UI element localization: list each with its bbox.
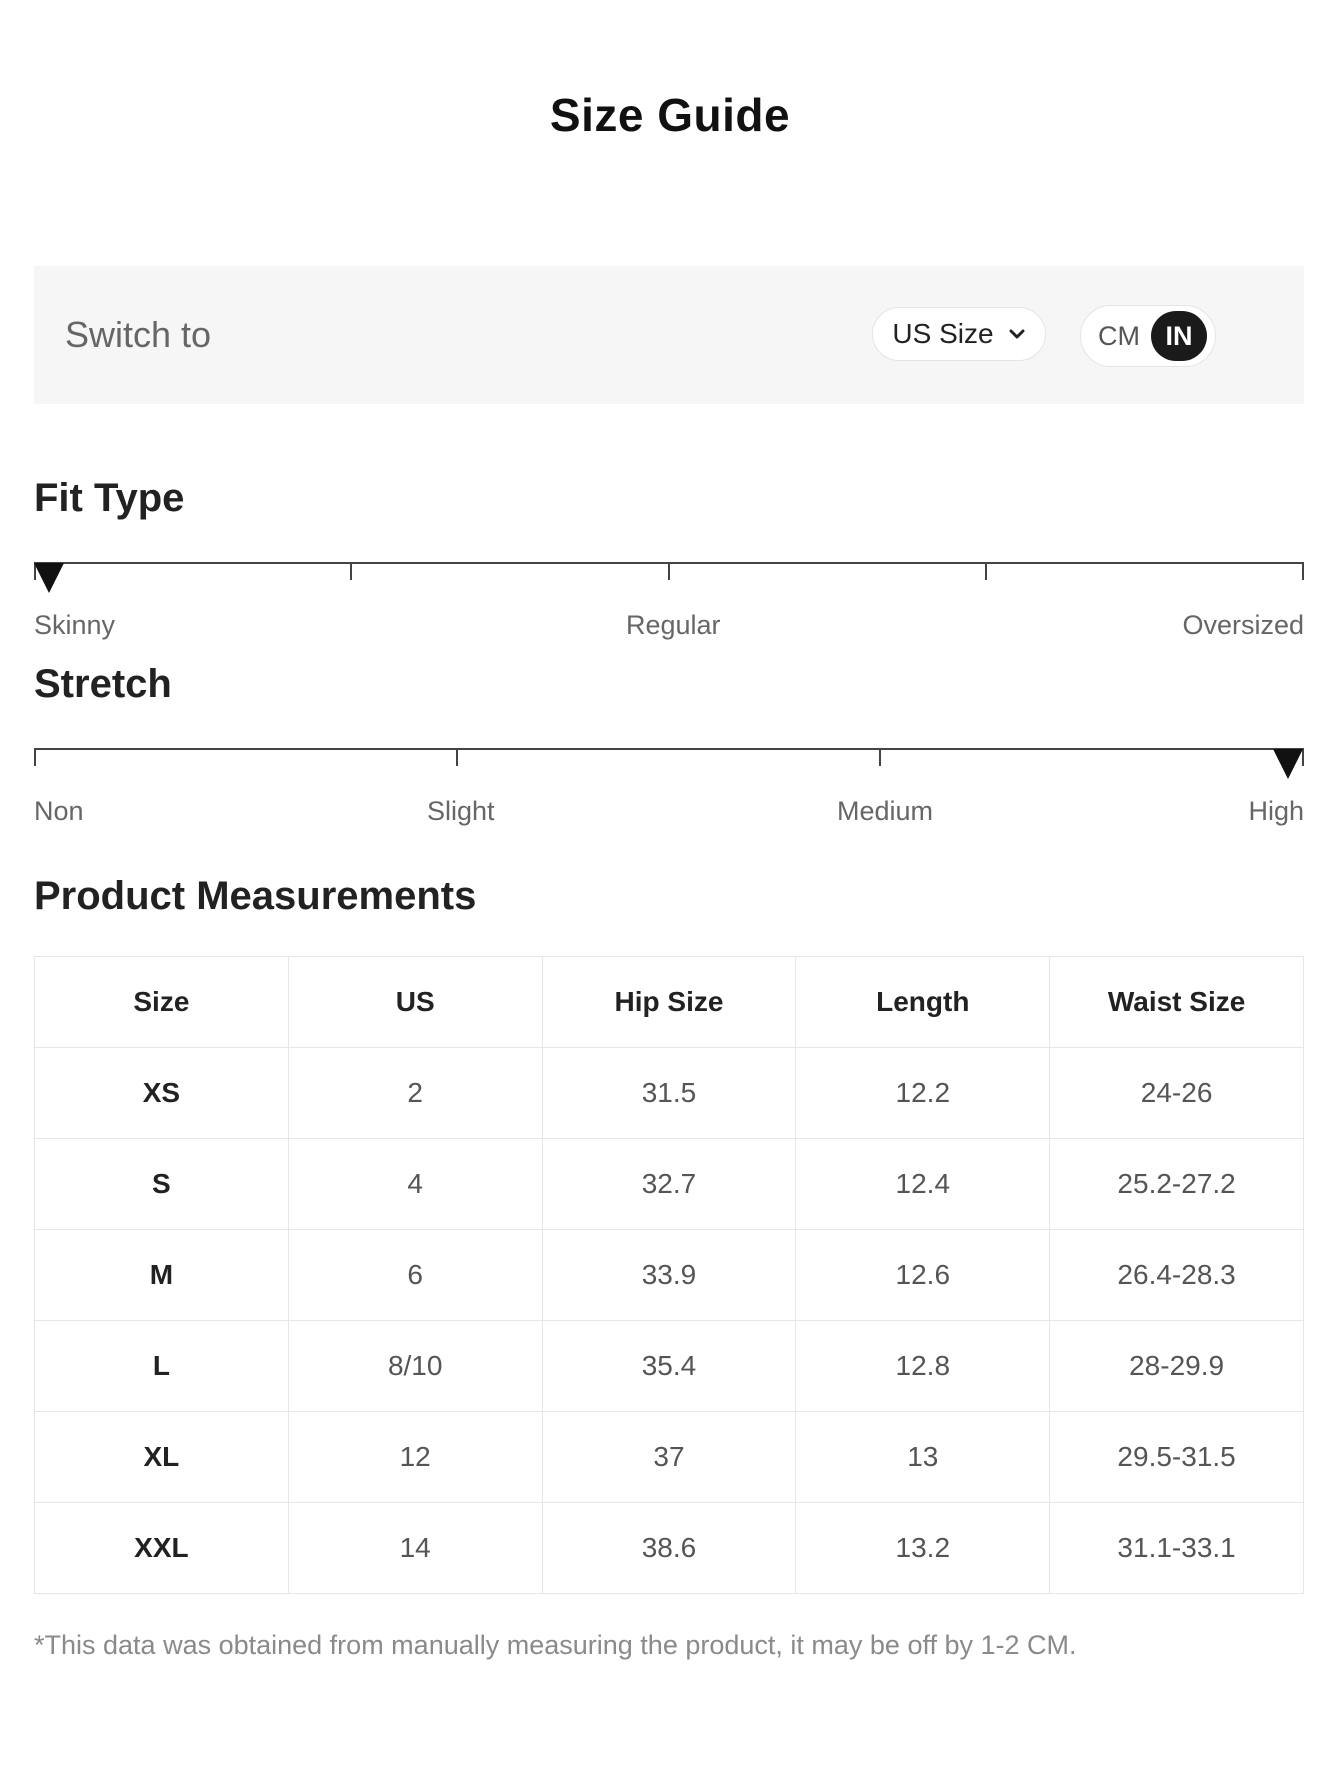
waist-size-cell: 31.1-33.1 — [1049, 1502, 1304, 1594]
length-cell: 13.2 — [795, 1502, 1051, 1594]
table-row: S 4 32.7 12.4 25.2-27.2 — [34, 1138, 1304, 1230]
table-row: L 8/10 35.4 12.8 28-29.9 — [34, 1320, 1304, 1412]
column-header: US — [287, 956, 543, 1048]
stretch-label-non: Non — [34, 796, 84, 826]
hip-size-cell: 31.5 — [541, 1047, 797, 1139]
stretch-label-medium: Medium — [837, 796, 934, 826]
scale-tick — [350, 562, 352, 580]
us-cell: 14 — [287, 1502, 543, 1594]
hip-size-cell: 38.6 — [541, 1502, 797, 1594]
size-cell: XS — [34, 1047, 289, 1139]
switch-label: Switch to — [65, 314, 212, 355]
us-cell: 12 — [287, 1411, 543, 1503]
product-measurements-heading: Product Measurements — [34, 874, 477, 918]
waist-size-cell: 28-29.9 — [1049, 1320, 1304, 1412]
measurements-table: Size US Hip Size Length Waist Size XS 2 … — [34, 956, 1304, 1594]
triangle-down-icon — [34, 563, 64, 593]
column-header: Size — [34, 956, 289, 1048]
waist-size-cell: 24-26 — [1049, 1047, 1304, 1139]
switch-bar: Switch to US Size CM IN — [34, 266, 1304, 404]
unit-cm-option[interactable]: CM — [1095, 312, 1143, 360]
triangle-down-icon — [1273, 749, 1303, 779]
stretch-label-slight: Slight — [427, 796, 495, 826]
scale-tick — [879, 748, 881, 766]
table-row: XS 2 31.5 12.2 24-26 — [34, 1047, 1304, 1139]
size-cell: XL — [34, 1411, 289, 1503]
column-header: Length — [795, 956, 1051, 1048]
hip-size-cell: 32.7 — [541, 1138, 797, 1230]
fit-type-scale — [34, 562, 1304, 593]
fit-label-regular: Regular — [626, 610, 721, 640]
waist-size-cell: 29.5-31.5 — [1049, 1411, 1304, 1503]
scale-tick — [34, 748, 36, 766]
table-row: XXL 14 38.6 13.2 31.1-33.1 — [34, 1502, 1304, 1594]
fit-type-heading: Fit Type — [34, 476, 185, 520]
scale-track — [34, 748, 1304, 750]
hip-size-cell: 37 — [541, 1411, 797, 1503]
table-row: XL 12 37 13 29.5-31.5 — [34, 1411, 1304, 1503]
hip-size-cell: 35.4 — [541, 1320, 797, 1412]
size-cell: S — [34, 1138, 289, 1230]
waist-size-cell: 25.2-27.2 — [1049, 1138, 1304, 1230]
length-cell: 12.2 — [795, 1047, 1051, 1139]
stretch-scale — [34, 748, 1304, 779]
unit-in-option[interactable]: IN — [1151, 311, 1207, 361]
size-guide-page: Size Guide Switch to US Size CM IN Fit T… — [0, 0, 1340, 1785]
hip-size-cell: 33.9 — [541, 1229, 797, 1321]
us-cell: 2 — [287, 1047, 543, 1139]
column-header: Hip Size — [541, 956, 797, 1048]
page-title: Size Guide — [549, 89, 791, 141]
table-row: M 6 33.9 12.6 26.4-28.3 — [34, 1229, 1304, 1321]
waist-size-cell: 26.4-28.3 — [1049, 1229, 1304, 1321]
us-cell: 4 — [287, 1138, 543, 1230]
size-system-select[interactable]: US Size — [872, 307, 1046, 361]
size-cell: XXL — [34, 1502, 289, 1594]
table-header-row: Size US Hip Size Length Waist Size — [34, 956, 1304, 1048]
us-cell: 8/10 — [287, 1320, 543, 1412]
us-cell: 6 — [287, 1229, 543, 1321]
length-cell: 12.6 — [795, 1229, 1051, 1321]
size-cell: M — [34, 1229, 289, 1321]
stretch-heading: Stretch — [34, 662, 172, 706]
chevron-down-icon — [1008, 325, 1026, 343]
fit-label-oversized: Oversized — [1182, 610, 1304, 640]
size-cell: L — [34, 1320, 289, 1412]
scale-tick — [1302, 562, 1304, 580]
scale-tick — [456, 748, 458, 766]
measurement-footnote: *This data was obtained from manually me… — [34, 1630, 1077, 1660]
size-system-value: US Size — [892, 318, 994, 349]
scale-tick — [668, 562, 670, 580]
measurements-table-wrap: Size US Hip Size Length Waist Size XS 2 … — [34, 956, 1304, 1594]
scale-tick — [985, 562, 987, 580]
length-cell: 12.4 — [795, 1138, 1051, 1230]
length-cell: 12.8 — [795, 1320, 1051, 1412]
column-header: Waist Size — [1049, 956, 1304, 1048]
stretch-label-high: High — [1248, 796, 1304, 826]
unit-toggle: CM IN — [1080, 305, 1216, 367]
length-cell: 13 — [795, 1411, 1051, 1503]
fit-label-skinny: Skinny — [34, 610, 116, 640]
